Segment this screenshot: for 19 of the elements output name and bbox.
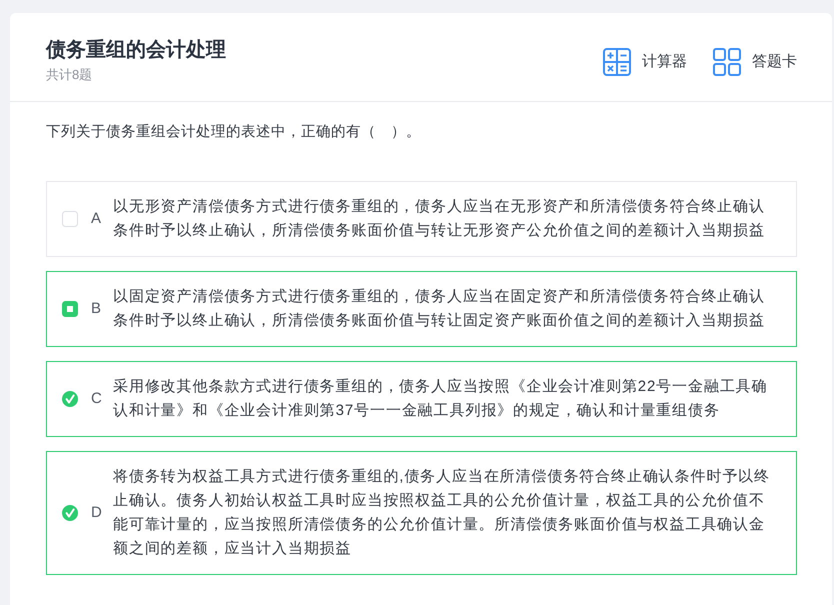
answer-option[interactable]: A 以无形资产清偿债务方式进行债务重组的，债务人应当在无形资产和所清偿债务符合终止确认条件时予以终止确认，所清偿债务账面价值与转让无形资产公允价值之间的差额计入当期损益: [46, 181, 797, 257]
answer-card-button[interactable]: 答题卡: [713, 48, 797, 76]
calculator-icon: [603, 48, 631, 76]
answer-option[interactable]: B 以固定资产清偿债务方式进行债务重组的，债务人应当在固定资产和所清偿债务符合终止确认条件时予以终止确认，所清偿债务账面价值与转让固定资产账面价值之间的差额计入当期损益: [46, 271, 797, 347]
option-letter: B: [91, 299, 102, 319]
option-letter: C: [91, 389, 103, 409]
answer-option[interactable]: C 采用修改其他条款方式进行债务重组的，债务人应当按照《企业会计准则第22号一金融工具确认和计量》和《企业会计准则第37号一一金融工具列报》的规定，确认和计量重组债务: [46, 361, 797, 437]
question-count: 共计8题: [46, 66, 92, 83]
grid-icon: [713, 48, 741, 76]
option-text: 将债务转为权益工具方式进行债务重组的,债务人应当在所清偿债务符合终止确认条件时予以终止确认。债务人初始认权益工具时应当按照权益工具的公允价值计量，权益工具的公允价值不能可靠计量的，应当按照所清偿债务的公允价值计量。所清偿债务账面价值与权益工具确认金额之间的差额，应当计入当期损益: [113, 467, 771, 559]
option-letter: A: [91, 209, 102, 229]
calculator-button[interactable]: 计算器: [603, 48, 687, 76]
option-text: 采用修改其他条款方式进行债务重组的，债务人应当按照《企业会计准则第22号一金融工具确认和计量》和《企业会计准则第37号一一金融工具列报》的规定，确认和计量重组债务: [113, 377, 768, 421]
option-letter: D: [91, 503, 103, 523]
question-text: 下列关于债务重组会计处理的表述中，正确的有（ ）。: [46, 123, 421, 142]
answer-option[interactable]: D 将债务转为权益工具方式进行债务重组的,债务人应当在所清偿债务符合终止确认条件时予以终止确认。债务人初始认权益工具时应当按照权益工具的公允价值计量，权益工具的公允价值不能可靠计量的，应当按照所清偿债务的公允价值计量。所清偿债务账面价值与权益工具确认金额之间的差额，应当计入当期损益: [46, 451, 797, 575]
option-text: 以无形资产清偿债务方式进行债务重组的，债务人应当在无形资产和所清偿债务符合终止确认条件时予以终止确认，所清偿债务账面价值与转让无形资产公允价值之间的差额计入当期损益: [113, 197, 766, 241]
page-title: 债务重组的会计处理: [46, 38, 226, 62]
option-text: 以固定资产清偿债务方式进行债务重组的，债务人应当在固定资产和所清偿债务符合终止确认条件时予以终止确认，所清偿债务账面价值与转让固定资产账面价值之间的差额计入当期损益: [113, 287, 766, 331]
